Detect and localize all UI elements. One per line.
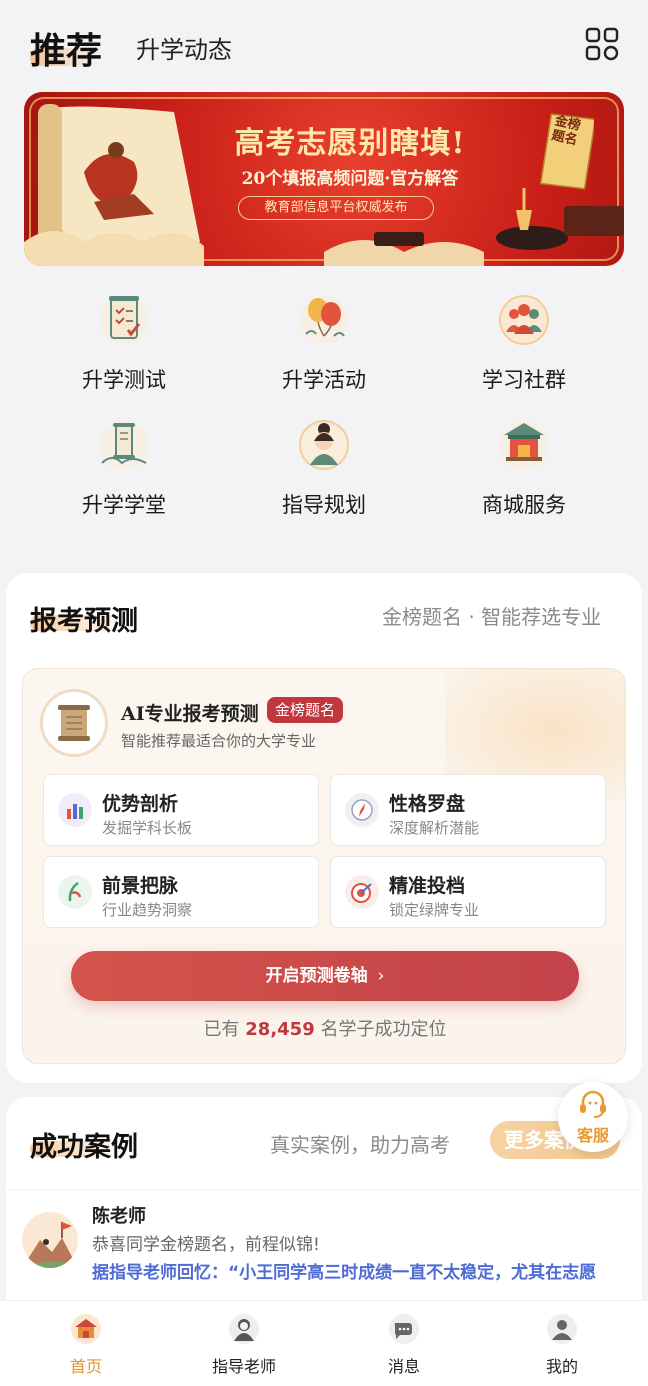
mountain-flag-icon: [22, 1222, 78, 1268]
feature-desc: 锁定绿牌专业: [389, 901, 480, 919]
entry-study-community[interactable]: 学习社群: [424, 286, 624, 396]
start-forecast-button[interactable]: 开启预测卷轴 ›: [71, 951, 579, 1001]
stat-number: 28,459: [245, 1019, 315, 1040]
case-quote: 据指导老师回忆：“小王同学高三时成绩一直不太稳定，尤其在志愿: [92, 1263, 597, 1283]
ai-avatar: [40, 689, 108, 757]
profile-icon: [547, 1314, 577, 1344]
case-teacher-name: 陈老师: [92, 1206, 146, 1227]
ai-forecast-title: AI专业报考预测: [121, 703, 259, 725]
compass-icon: [345, 793, 379, 827]
entry-label: 商城服务: [482, 493, 566, 517]
quick-entry-grid: 升学测试 升学活动 学习社群 升学学堂 指导规划 商城服务: [24, 286, 624, 526]
nav-label: 指导老师: [211, 1357, 276, 1376]
app-screen: 推荐 升学动态 高考志愿别瞎填! 20个填报高频问题·官方解答 教育部信息平台权…: [0, 0, 648, 1386]
promo-banner[interactable]: 高考志愿别瞎填! 20个填报高频问题·官方解答 教育部信息平台权威发布 金榜题名: [24, 92, 624, 266]
feature-desc: 发掘学科长板: [102, 819, 193, 837]
entry-admission-test[interactable]: 升学测试: [24, 286, 224, 396]
forecast-title: 报考预测: [30, 606, 138, 637]
feature-title: 优势剖析: [102, 793, 179, 815]
checklist-scroll-icon: [100, 296, 148, 344]
ai-forecast-card: AI专业报考预测 金榜题名 智能推荐最适合你的大学专业 优势剖析 发掘学科长板: [22, 668, 626, 1064]
case-message: 恭喜同学金榜题名，前程似锦!: [92, 1235, 320, 1255]
success-cases-section: 成功案例 真实案例，助力高考 更多案例 陈老师 恭喜同学金榜题名，前程似锦! 据…: [6, 1097, 642, 1307]
forecast-section: 报考预测 金榜题名 · 智能荐选专业 AI专业报考预测 金榜题名 智能推荐最适合…: [6, 573, 642, 1083]
trend-leaf-icon: [58, 875, 92, 909]
entry-admission-academy[interactable]: 升学学堂: [24, 411, 224, 521]
balloons-icon: [300, 296, 348, 344]
cta-label: 开启预测卷轴: [265, 966, 368, 986]
success-stat: 已有 28,459 名学子成功定位: [23, 1015, 625, 1041]
community-people-icon: [499, 295, 549, 345]
feature-personality-compass[interactable]: 性格罗盘 深度解析潜能: [330, 774, 606, 846]
service-label: 客服: [576, 1126, 609, 1145]
home-pavilion-icon: [71, 1314, 101, 1344]
feature-title: 性格罗盘: [389, 793, 466, 815]
customer-service-button[interactable]: 客服: [558, 1082, 628, 1152]
nav-home[interactable]: 首页: [6, 1309, 166, 1385]
nav-profile[interactable]: 我的: [482, 1309, 642, 1385]
entry-mall-service[interactable]: 商城服务: [424, 411, 624, 521]
nav-label: 首页: [69, 1357, 102, 1376]
feature-desc: 行业趋势洞察: [102, 901, 193, 919]
feature-desc: 深度解析潜能: [389, 819, 480, 837]
forecast-subtitle: 金榜题名 · 智能荐选专业: [382, 605, 602, 629]
entry-label: 升学活动: [282, 368, 366, 392]
banner-tag: 教育部信息平台权威发布: [238, 196, 434, 220]
bar-chart-icon: [58, 793, 92, 827]
ai-forecast-desc: 智能推荐最适合你的大学专业: [121, 732, 317, 750]
feature-strength-analysis[interactable]: 优势剖析 发掘学科长板: [43, 774, 319, 846]
entry-label: 指导规划: [282, 493, 366, 517]
feature-title: 精准投档: [389, 875, 466, 897]
nav-label: 我的: [545, 1357, 578, 1376]
feature-precise-filing[interactable]: 精准投档 锁定绿牌专业: [330, 856, 606, 928]
message-icon: [389, 1314, 419, 1344]
teacher-icon: [229, 1314, 259, 1344]
entry-admission-activity[interactable]: 升学活动: [224, 286, 424, 396]
bottom-nav: 首页 指导老师 消息 我的: [0, 1300, 648, 1386]
top-header: 推荐 升学动态: [0, 0, 648, 90]
banner-title: 高考志愿别瞎填!: [234, 126, 466, 161]
cases-title: 成功案例: [30, 1132, 138, 1163]
target-icon: [345, 875, 379, 909]
tab-recommend[interactable]: 推荐: [30, 22, 102, 74]
nav-teachers[interactable]: 指导老师: [164, 1309, 324, 1385]
entry-label: 升学测试: [82, 368, 166, 392]
seal-text: 金榜题名: [550, 113, 582, 149]
case-item[interactable]: 陈老师 恭喜同学金榜题名，前程似锦! 据指导老师回忆：“小王同学高三时成绩一直不…: [6, 1189, 642, 1307]
entry-guidance-planning[interactable]: 指导规划: [224, 411, 424, 521]
cases-subtitle: 真实案例，助力高考: [270, 1133, 450, 1157]
feature-prospect-insight[interactable]: 前景把脉 行业趋势洞察: [43, 856, 319, 928]
entry-label: 升学学堂: [82, 493, 166, 517]
scroll-icon: [58, 705, 90, 741]
stat-prefix: 已有: [203, 1019, 240, 1040]
shop-pavilion-icon: [500, 421, 548, 469]
headset-icon: [580, 1090, 606, 1118]
nav-label: 消息: [387, 1357, 420, 1376]
advisor-portrait-icon: [299, 420, 349, 470]
feature-title: 前景把脉: [102, 875, 179, 897]
banner-subtitle: 20个填报高频问题·官方解答: [241, 169, 459, 189]
tab-admission-news[interactable]: 升学动态: [136, 30, 232, 65]
scroll-lecture-icon: [100, 421, 148, 469]
entry-label: 学习社群: [482, 368, 566, 392]
gold-badge: 金榜题名: [267, 697, 344, 723]
chevron-right-icon: ›: [377, 966, 385, 986]
avatar: [22, 1212, 78, 1268]
nav-messages[interactable]: 消息: [324, 1309, 484, 1385]
stat-suffix: 名学子成功定位: [320, 1019, 447, 1040]
apps-grid-icon[interactable]: [584, 26, 620, 62]
